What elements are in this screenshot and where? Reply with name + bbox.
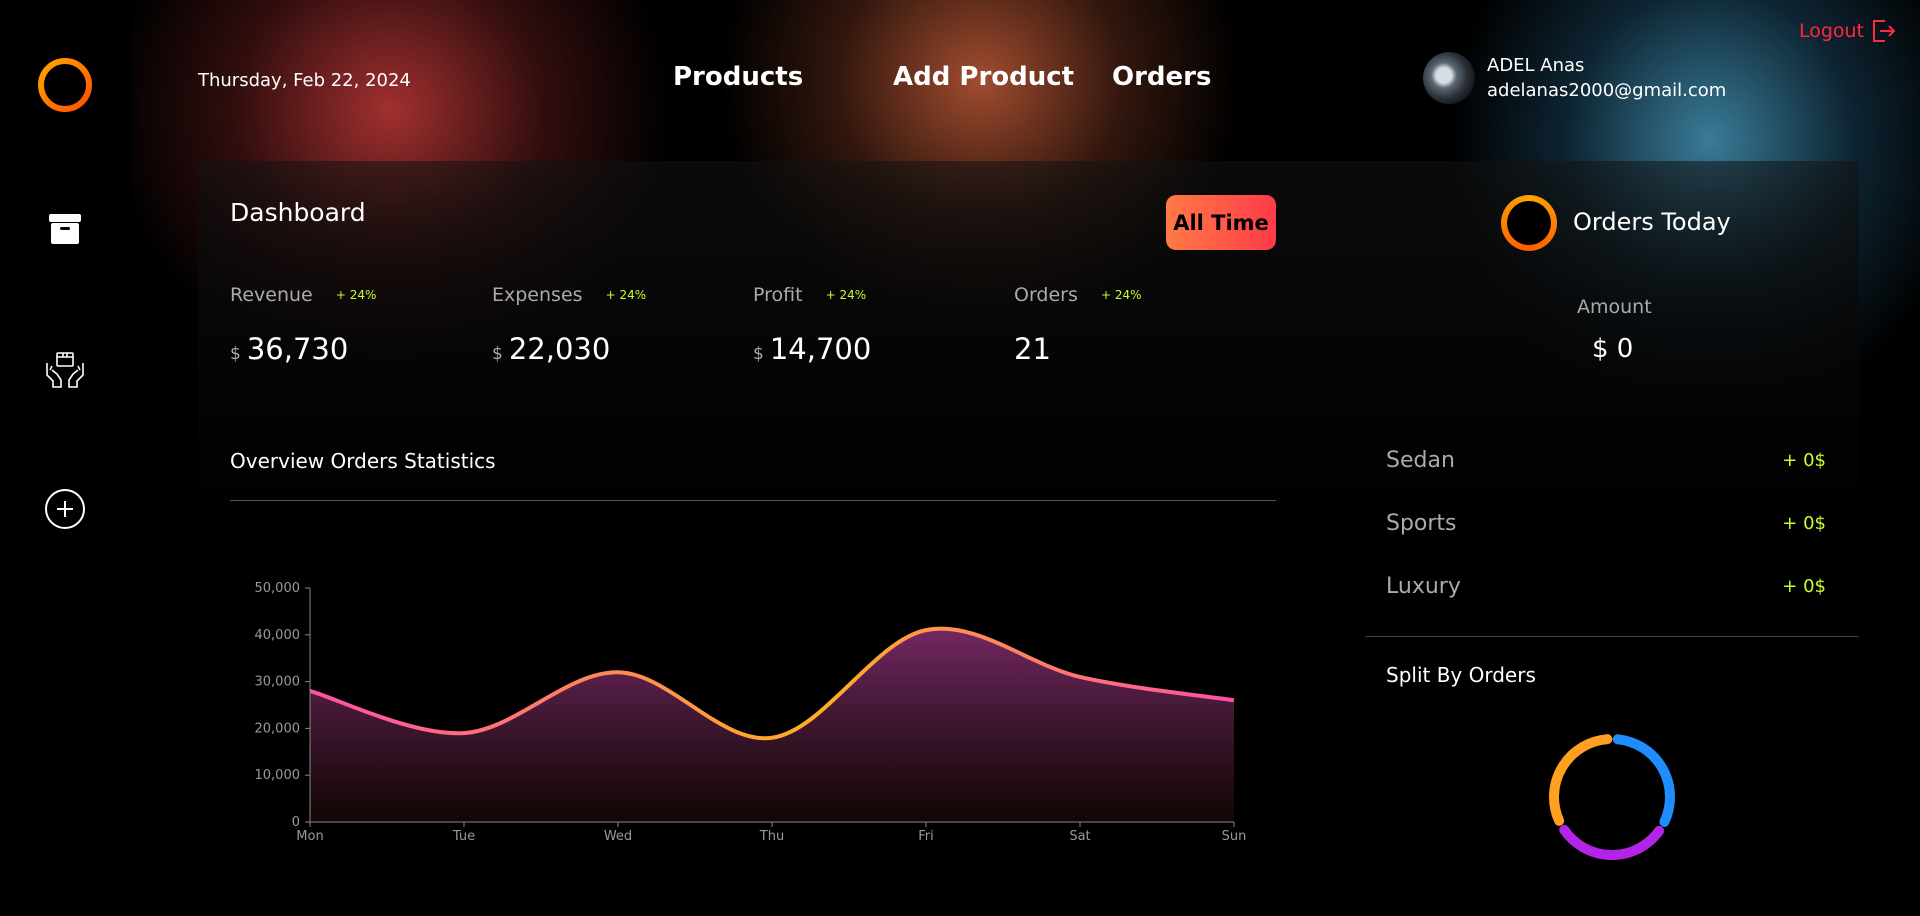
right-panel-divider: [1365, 636, 1859, 637]
y-tick-label: 10,000: [255, 768, 301, 783]
top-bar: Thursday, Feb 22, 2024 Products Add Prod…: [132, 0, 1920, 160]
nav-products[interactable]: Products: [673, 62, 803, 92]
stat-change: + 24%: [1101, 288, 1142, 302]
x-tick-label: Wed: [604, 829, 632, 844]
category-value: + 0$: [1782, 576, 1826, 597]
sidebar-item-orders[interactable]: [36, 340, 94, 398]
category-name: Luxury: [1386, 574, 1461, 599]
stat-value-row: $22,030: [492, 332, 646, 366]
orders-today-title: Orders Today: [1573, 208, 1731, 236]
sidebar-item-add[interactable]: [36, 480, 94, 538]
orders-today-ring-icon: [1501, 195, 1557, 251]
y-tick-label: 0: [292, 815, 300, 830]
x-tick-label: Sun: [1222, 829, 1247, 844]
overview-title: Overview Orders Statistics: [230, 449, 496, 473]
stat-revenue: Revenue + 24% $36,730: [230, 284, 376, 366]
category-row-sports: Sports + 0$: [1386, 511, 1826, 536]
x-tick-label: Thu: [759, 829, 784, 844]
logout-icon: [1873, 20, 1896, 42]
stat-value: 36,730: [246, 332, 349, 366]
stat-value: 14,700: [769, 332, 872, 366]
x-tick-label: Fri: [918, 829, 934, 844]
y-tick-label: 20,000: [255, 721, 301, 736]
dashboard-title: Dashboard: [230, 198, 366, 227]
y-tick-label: 30,000: [255, 675, 301, 690]
category-name: Sports: [1386, 511, 1457, 536]
stat-value: 21: [1014, 332, 1051, 366]
donut-segment: [1612, 734, 1675, 827]
logout-button[interactable]: Logout: [1799, 18, 1896, 44]
category-name: Sedan: [1386, 448, 1455, 473]
currency-symbol: $: [492, 344, 503, 364]
logo-ring-icon: [38, 58, 92, 112]
currency-symbol: $: [230, 344, 241, 364]
archive-box-icon: [49, 214, 81, 244]
x-tick-label: Tue: [452, 829, 475, 844]
logout-label: Logout: [1798, 20, 1864, 42]
stat-value-row: $14,700: [753, 332, 871, 366]
y-tick-label: 50,000: [255, 581, 301, 596]
chart-area-fill: [310, 628, 1234, 822]
sidebar: [0, 0, 132, 916]
donut-segment: [1559, 824, 1665, 860]
stat-value: 22,030: [508, 332, 611, 366]
orders-area-chart: 0 10,000 20,000 30,000 40,000 50,000 Mon Tue Wed…: [255, 581, 1247, 844]
stat-label: Revenue: [230, 284, 313, 306]
donut-segment: [1549, 734, 1613, 826]
stat-value-row: $36,730: [230, 332, 376, 366]
stat-label: Profit: [753, 284, 803, 306]
x-tick-label: Sat: [1069, 829, 1090, 844]
nav-add-product[interactable]: Add Product: [893, 62, 1074, 92]
stat-change: + 24%: [335, 288, 377, 302]
time-filter-button[interactable]: All Time: [1166, 195, 1276, 250]
stat-label: Orders: [1014, 284, 1078, 306]
add-circle-icon: [45, 489, 85, 529]
category-row-luxury: Luxury + 0$: [1386, 574, 1826, 599]
hands-with-box-icon: [46, 352, 84, 388]
current-date: Thursday, Feb 22, 2024: [198, 70, 411, 91]
y-tick-label: 40,000: [255, 628, 301, 643]
stat-orders: Orders + 24% 21: [1014, 284, 1142, 366]
stat-value-row: 21: [1014, 332, 1142, 366]
split-donut-chart: [1549, 734, 1675, 860]
stat-label: Expenses: [492, 284, 583, 306]
sidebar-item-products[interactable]: [36, 200, 94, 258]
stat-expenses: Expenses + 24% $22,030: [492, 284, 646, 366]
category-value: + 0$: [1782, 513, 1826, 534]
category-value: + 0$: [1782, 450, 1826, 471]
stat-change: + 24%: [825, 288, 867, 302]
nav-orders[interactable]: Orders: [1112, 62, 1211, 92]
amount-label: Amount: [1577, 296, 1652, 318]
overview-divider: [230, 500, 1276, 501]
category-row-sedan: Sedan + 0$: [1386, 448, 1826, 473]
sidebar-logo[interactable]: [36, 56, 94, 114]
stat-profit: Profit + 24% $14,700: [753, 284, 871, 366]
split-title: Split By Orders: [1386, 663, 1536, 687]
currency-symbol: $: [753, 344, 764, 364]
amount-value: $ 0: [1592, 334, 1634, 364]
x-tick-label: Mon: [296, 829, 323, 844]
stat-change: + 24%: [605, 288, 647, 302]
